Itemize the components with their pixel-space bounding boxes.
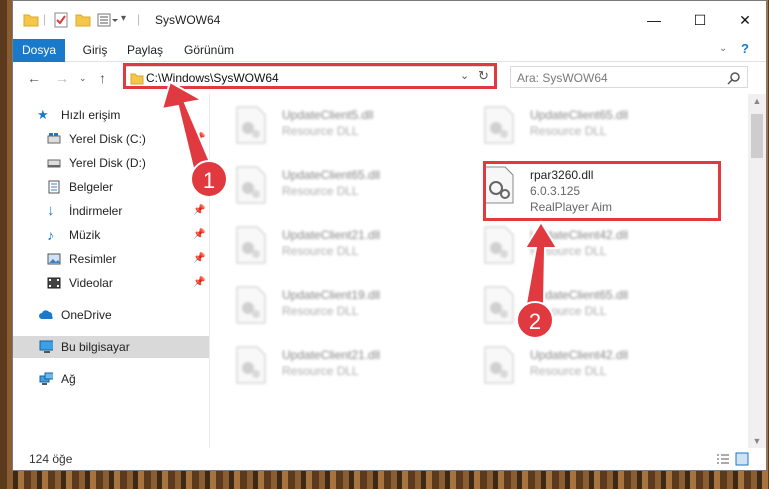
step-marker-2: 2	[516, 301, 554, 339]
step-marker-1: 1	[190, 160, 228, 198]
annotation-arrows	[160, 80, 559, 305]
arrow-to-address-bar	[160, 80, 212, 174]
arrow-to-file	[523, 220, 559, 305]
